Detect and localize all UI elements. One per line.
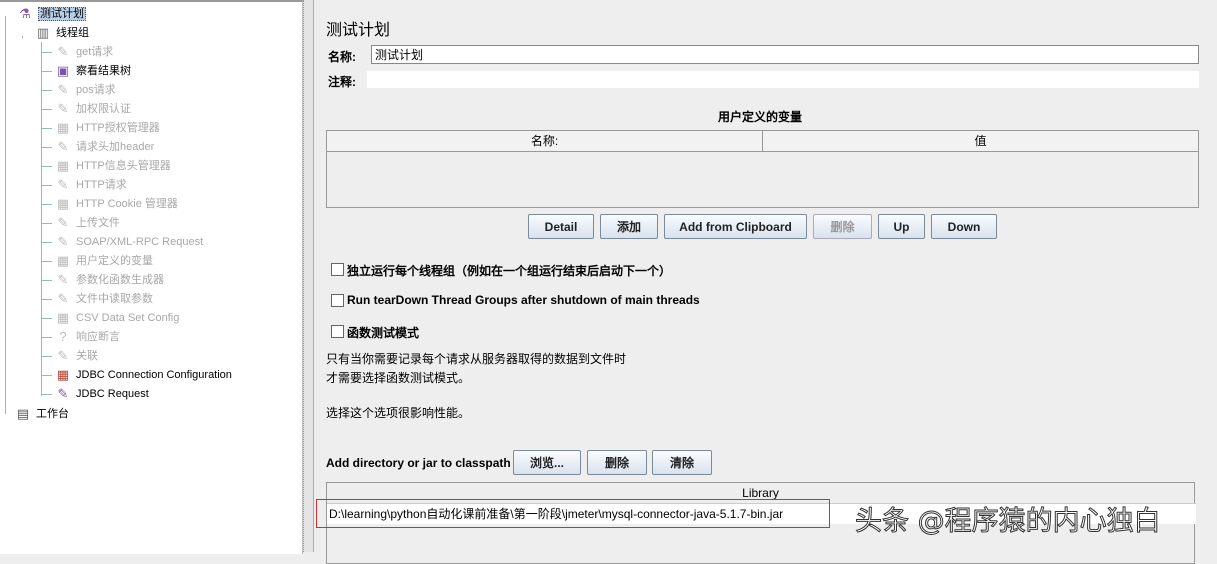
functional-note-1: 只有当你需要记录每个请求从服务器取得的数据到文件时: [326, 352, 627, 366]
config-icon: ▦: [56, 196, 70, 212]
tree-node-label: JDBC Connection Configuration: [76, 369, 232, 381]
tree-node-label: pos请求: [76, 84, 116, 96]
column-header-name[interactable]: 名称:: [327, 131, 763, 152]
highlight-box: [316, 499, 830, 528]
sampler-icon: ✎: [57, 101, 69, 117]
tree-node-label: HTTP授权管理器: [76, 122, 160, 134]
classpath-clear-button[interactable]: 清除: [652, 450, 712, 475]
tree-node[interactable]: ✎ 加权限认证: [54, 100, 131, 118]
sampler-icon: ✎: [57, 386, 69, 402]
config-icon: ▦: [56, 310, 70, 326]
serialize-threadgroups-checkbox[interactable]: [331, 263, 344, 276]
sampler-icon: ✎: [57, 234, 69, 250]
tree-node-label: JDBC Request: [76, 388, 149, 400]
down-button[interactable]: Down: [931, 214, 997, 239]
tree-node-label: CSV Data Set Config: [76, 312, 180, 324]
listener-icon: ▣: [56, 63, 70, 79]
tree-node[interactable]: ✎ get请求: [54, 43, 114, 61]
detail-button[interactable]: Detail: [528, 214, 594, 239]
config-icon: ▦: [56, 158, 70, 174]
sampler-icon: ✎: [57, 82, 69, 98]
tree-node-label: 请求头加header: [76, 141, 155, 153]
functional-mode-checkbox[interactable]: [331, 325, 344, 338]
tree-node[interactable]: ▦ JDBC Connection Configuration: [54, 366, 232, 384]
comment-input[interactable]: [367, 71, 1199, 88]
tree-node[interactable]: ▦ CSV Data Set Config: [54, 309, 180, 327]
browse-button[interactable]: 浏览...: [513, 450, 581, 475]
tree-node-label: 参数化函数生成器: [76, 274, 164, 286]
sampler-icon: ✎: [57, 177, 69, 193]
tree-node[interactable]: ? 响应断言: [54, 328, 120, 346]
tree-node[interactable]: ✎ JDBC Request: [54, 385, 149, 403]
tree-node-label: 察看结果树: [76, 65, 131, 77]
name-input[interactable]: [371, 45, 1199, 64]
tree-node[interactable]: ▦ HTTP授权管理器: [54, 119, 160, 137]
tree-node-label: get请求: [76, 46, 114, 58]
config-icon: ▦: [56, 367, 70, 383]
column-header-value[interactable]: 值: [763, 131, 1198, 152]
add-button[interactable]: 添加: [600, 214, 658, 239]
tree-node[interactable]: ▦ HTTP Cookie 管理器: [54, 195, 178, 213]
tree-node-label: 加权限认证: [76, 103, 131, 115]
test-plan-tree[interactable]: ⚗ 测试计划 ▥ 线程组 ✎ get请求 ▣ 察看结果树 ✎ pos请求 ✎ 加权限认证 ▦ HTTP…: [0, 0, 303, 554]
watermark: 头条 @程序猿的内心独白: [855, 506, 1162, 538]
tree-node-label: 用户定义的变量: [76, 255, 153, 267]
functional-note-3: 选择这个选项很影响性能。: [326, 406, 471, 420]
sampler-icon: ✎: [57, 272, 69, 288]
classpath-label: Add directory or jar to classpath: [326, 456, 511, 470]
tree-node[interactable]: ✎ 关联: [54, 347, 98, 365]
user-vars-table[interactable]: 名称: 值: [326, 130, 1199, 208]
tree-node-workbench[interactable]: ▤ 工作台: [14, 405, 69, 423]
delete-button[interactable]: 删除: [813, 214, 872, 239]
flask-icon: ⚗: [19, 6, 31, 22]
sampler-icon: ✎: [57, 139, 69, 155]
tree-node-label: 文件中读取参数: [76, 293, 153, 305]
tree-node-label: HTTP请求: [76, 179, 127, 191]
functional-mode-label: 函数测试模式: [347, 326, 420, 340]
teardown-checkbox[interactable]: [331, 294, 344, 307]
tree-node-label: HTTP信息头管理器: [76, 160, 171, 172]
sampler-icon: ✎: [57, 291, 69, 307]
teardown-label: Run tearDown Thread Groups after shutdow…: [347, 293, 700, 307]
library-column-header[interactable]: Library: [327, 486, 1194, 500]
serialize-threadgroups-label: 独立运行每个线程组（例如在一个组运行结束后启动下一个）: [347, 264, 672, 278]
tree-node[interactable]: ▦ HTTP信息头管理器: [54, 157, 171, 175]
tree-node[interactable]: ▣ 察看结果树: [54, 62, 131, 80]
tree-node-label: HTTP Cookie 管理器: [76, 198, 178, 210]
page-title: 测试计划: [326, 22, 391, 39]
tree-node-test-plan[interactable]: ⚗ 测试计划: [16, 5, 86, 23]
tree-node-thread-group[interactable]: ▥ 线程组: [34, 24, 89, 42]
clipboard-icon: ▤: [16, 406, 30, 422]
tree-node[interactable]: ✎ 文件中读取参数: [54, 290, 153, 308]
add-from-clipboard-button[interactable]: Add from Clipboard: [664, 214, 807, 239]
tree-node-label: 上传文件: [76, 217, 120, 229]
user-vars-title: 用户定义的变量: [718, 110, 803, 124]
tree-node-label: 响应断言: [76, 331, 120, 343]
functional-note-2: 才需要选择函数测试模式。: [326, 371, 471, 385]
config-icon: ▦: [56, 253, 70, 269]
up-button[interactable]: Up: [878, 214, 925, 239]
tree-node[interactable]: ✎ 请求头加header: [54, 138, 155, 156]
assertion-icon: ?: [59, 329, 67, 345]
classpath-delete-button[interactable]: 删除: [587, 450, 647, 475]
comment-label: 注释:: [328, 75, 356, 89]
spool-icon: ▥: [36, 25, 50, 41]
tree-node-label: 关联: [76, 350, 98, 362]
sampler-icon: ✎: [57, 348, 69, 364]
tree-node[interactable]: ✎ 上传文件: [54, 214, 120, 232]
sampler-icon: ✎: [57, 44, 69, 60]
tree-node[interactable]: ✎ SOAP/XML-RPC Request: [54, 233, 204, 251]
tree-node[interactable]: ✎ pos请求: [54, 81, 116, 99]
tree-node[interactable]: ▦ 用户定义的变量: [54, 252, 153, 270]
tree-node-label: SOAP/XML-RPC Request: [76, 236, 204, 248]
tree-node[interactable]: ✎ HTTP请求: [54, 176, 127, 194]
tree-node[interactable]: ✎ 参数化函数生成器: [54, 271, 164, 289]
sampler-icon: ✎: [57, 215, 69, 231]
test-plan-panel: 测试计划 名称: 注释: 用户定义的变量 名称: 值 Detail 添加 Add…: [313, 0, 1217, 564]
config-icon: ▦: [56, 120, 70, 136]
name-label: 名称:: [328, 50, 356, 64]
